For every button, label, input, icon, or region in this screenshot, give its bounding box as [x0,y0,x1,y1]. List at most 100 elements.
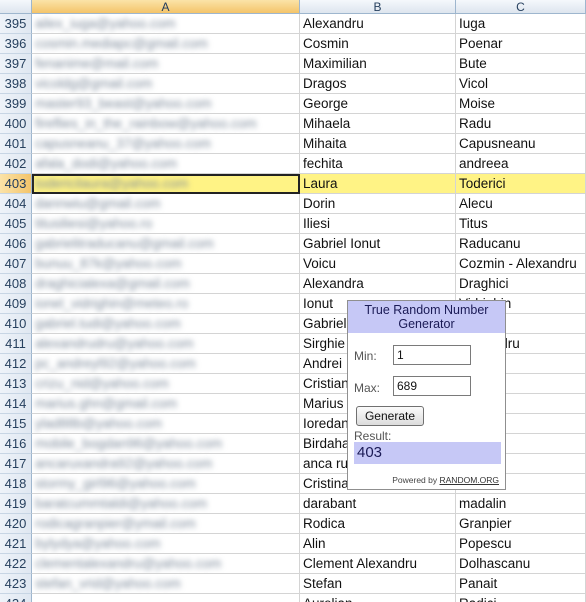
row-number[interactable]: 424 [0,594,32,602]
column-header-b[interactable]: B [300,0,456,14]
cell-first-name[interactable]: George [300,94,456,114]
cell-first-name[interactable]: Alexandru [300,14,456,34]
cell-last-name[interactable]: Popescu [456,534,586,554]
cell-email[interactable]: ancaruxandra92@yahoo.com [32,454,300,474]
cell-last-name[interactable]: Cozmin - Alexandru [456,254,586,274]
cell-first-name[interactable]: Mihaela [300,114,456,134]
random-org-link[interactable]: RANDOM.ORG [440,475,500,485]
select-all-corner[interactable] [0,0,32,14]
cell-last-name[interactable]: Panait [456,574,586,594]
cell-last-name[interactable]: Vicol [456,74,586,94]
row-number[interactable]: 408 [0,274,32,294]
cell-first-name[interactable]: Dragos [300,74,456,94]
row-number[interactable]: 413 [0,374,32,394]
row-number[interactable]: 414 [0,394,32,414]
cell-first-name[interactable]: Maximilian [300,54,456,74]
cell-email[interactable]: todericilaura@yahoo.com [32,174,300,194]
cell-email[interactable]: ylad88b@yahoo.com [32,414,300,434]
cell-email[interactable]: gabriel.tudi@yahoo.com [32,314,300,334]
cell-last-name[interactable]: Granpier [456,514,586,534]
cell-email[interactable]: ionel_vidrighin@meteo.ro [32,294,300,314]
cell-first-name[interactable]: Gabriel Ionut [300,234,456,254]
cell-first-name[interactable]: Clement Alexandru [300,554,456,574]
cell-email[interactable]: gabrielitraducanu@gmail.com [32,234,300,254]
cell-email[interactable]: fenanime@mail.com [32,54,300,74]
cell-last-name[interactable]: Radici [456,594,586,602]
row-number[interactable]: 410 [0,314,32,334]
row-number[interactable]: 403 [0,174,32,194]
cell-last-name[interactable]: Alecu [456,194,586,214]
generate-button[interactable]: Generate [356,406,424,426]
cell-last-name[interactable]: Titus [456,214,586,234]
cell-email[interactable] [32,594,300,602]
min-input[interactable]: 1 [393,345,471,365]
cell-email[interactable]: bunuu_87k@yahoo.com [32,254,300,274]
cell-first-name[interactable]: Rodica [300,514,456,534]
cell-email[interactable]: rodicagranpier@ymail.com [32,514,300,534]
cell-last-name[interactable]: Bute [456,54,586,74]
cell-email[interactable]: stormy_girl96@yahoo.com [32,474,300,494]
row-number[interactable]: 418 [0,474,32,494]
cell-last-name[interactable]: andreea [456,154,586,174]
cell-email[interactable]: baratcummtaldi@yahoo.com [32,494,300,514]
column-header-c[interactable]: C [456,0,586,14]
cell-last-name[interactable]: madalin [456,494,586,514]
cell-first-name[interactable]: fechita [300,154,456,174]
cell-last-name[interactable]: Dolhascanu [456,554,586,574]
cell-first-name[interactable]: darabant [300,494,456,514]
cell-email[interactable]: draghicialexa@gmail.com [32,274,300,294]
cell-email[interactable]: cosmin.mediapc@gmail.com [32,34,300,54]
column-header-a[interactable]: A [32,0,300,14]
cell-email[interactable]: alexandrudru@yahoo.com [32,334,300,354]
cell-email[interactable]: mobile_bogdan96@yahoo.com [32,434,300,454]
cell-first-name[interactable]: Mihaita [300,134,456,154]
cell-first-name[interactable]: Stefan [300,574,456,594]
row-number[interactable]: 407 [0,254,32,274]
cell-email[interactable]: capusneanu_37@yahoo.com [32,134,300,154]
row-number[interactable]: 416 [0,434,32,454]
cell-first-name[interactable]: Cosmin [300,34,456,54]
cell-email[interactable]: pc_andreyl92@yahoo.com [32,354,300,374]
cell-first-name[interactable]: Laura [300,174,456,194]
cell-first-name[interactable]: Alexandra [300,274,456,294]
cell-last-name[interactable]: Raducanu [456,234,586,254]
cell-last-name[interactable]: Capusneanu [456,134,586,154]
row-number[interactable]: 397 [0,54,32,74]
row-number[interactable]: 421 [0,534,32,554]
cell-email[interactable]: bylydya@yahoo.com [32,534,300,554]
cell-first-name[interactable]: Voicu [300,254,456,274]
cell-first-name[interactable]: Alin [300,534,456,554]
row-number[interactable]: 402 [0,154,32,174]
cell-last-name[interactable]: Toderici [456,174,586,194]
row-number[interactable]: 420 [0,514,32,534]
row-number[interactable]: 417 [0,454,32,474]
cell-email[interactable]: stefan_vrid@yahoo.com [32,574,300,594]
row-number[interactable]: 411 [0,334,32,354]
cell-email[interactable]: fireflies_in_the_rainbow@yahoo.com [32,114,300,134]
cell-last-name[interactable]: Moise [456,94,586,114]
row-number[interactable]: 422 [0,554,32,574]
cell-last-name[interactable]: Radu [456,114,586,134]
row-number[interactable]: 398 [0,74,32,94]
max-input[interactable]: 689 [393,376,471,396]
row-number[interactable]: 406 [0,234,32,254]
row-number[interactable]: 423 [0,574,32,594]
cell-last-name[interactable]: Poenar [456,34,586,54]
cell-email[interactable]: clementalexandru@yahoo.com [32,554,300,574]
cell-first-name[interactable]: Dorin [300,194,456,214]
row-number[interactable]: 415 [0,414,32,434]
row-number[interactable]: 395 [0,14,32,34]
cell-email[interactable]: dannwiu@gmail.com [32,194,300,214]
row-number[interactable]: 405 [0,214,32,234]
cell-email[interactable]: crizu_nid@yahoo.com [32,374,300,394]
row-number[interactable]: 404 [0,194,32,214]
cell-email[interactable]: vicoldg@gmail.com [32,74,300,94]
row-number[interactable]: 399 [0,94,32,114]
row-number[interactable]: 401 [0,134,32,154]
cell-email[interactable]: ailex_iuga@yahoo.com [32,14,300,34]
cell-email[interactable]: titusiliesi@yahoo.ro [32,214,300,234]
row-number[interactable]: 396 [0,34,32,54]
row-number[interactable]: 419 [0,494,32,514]
cell-last-name[interactable]: Draghici [456,274,586,294]
cell-first-name[interactable]: Iliesi [300,214,456,234]
